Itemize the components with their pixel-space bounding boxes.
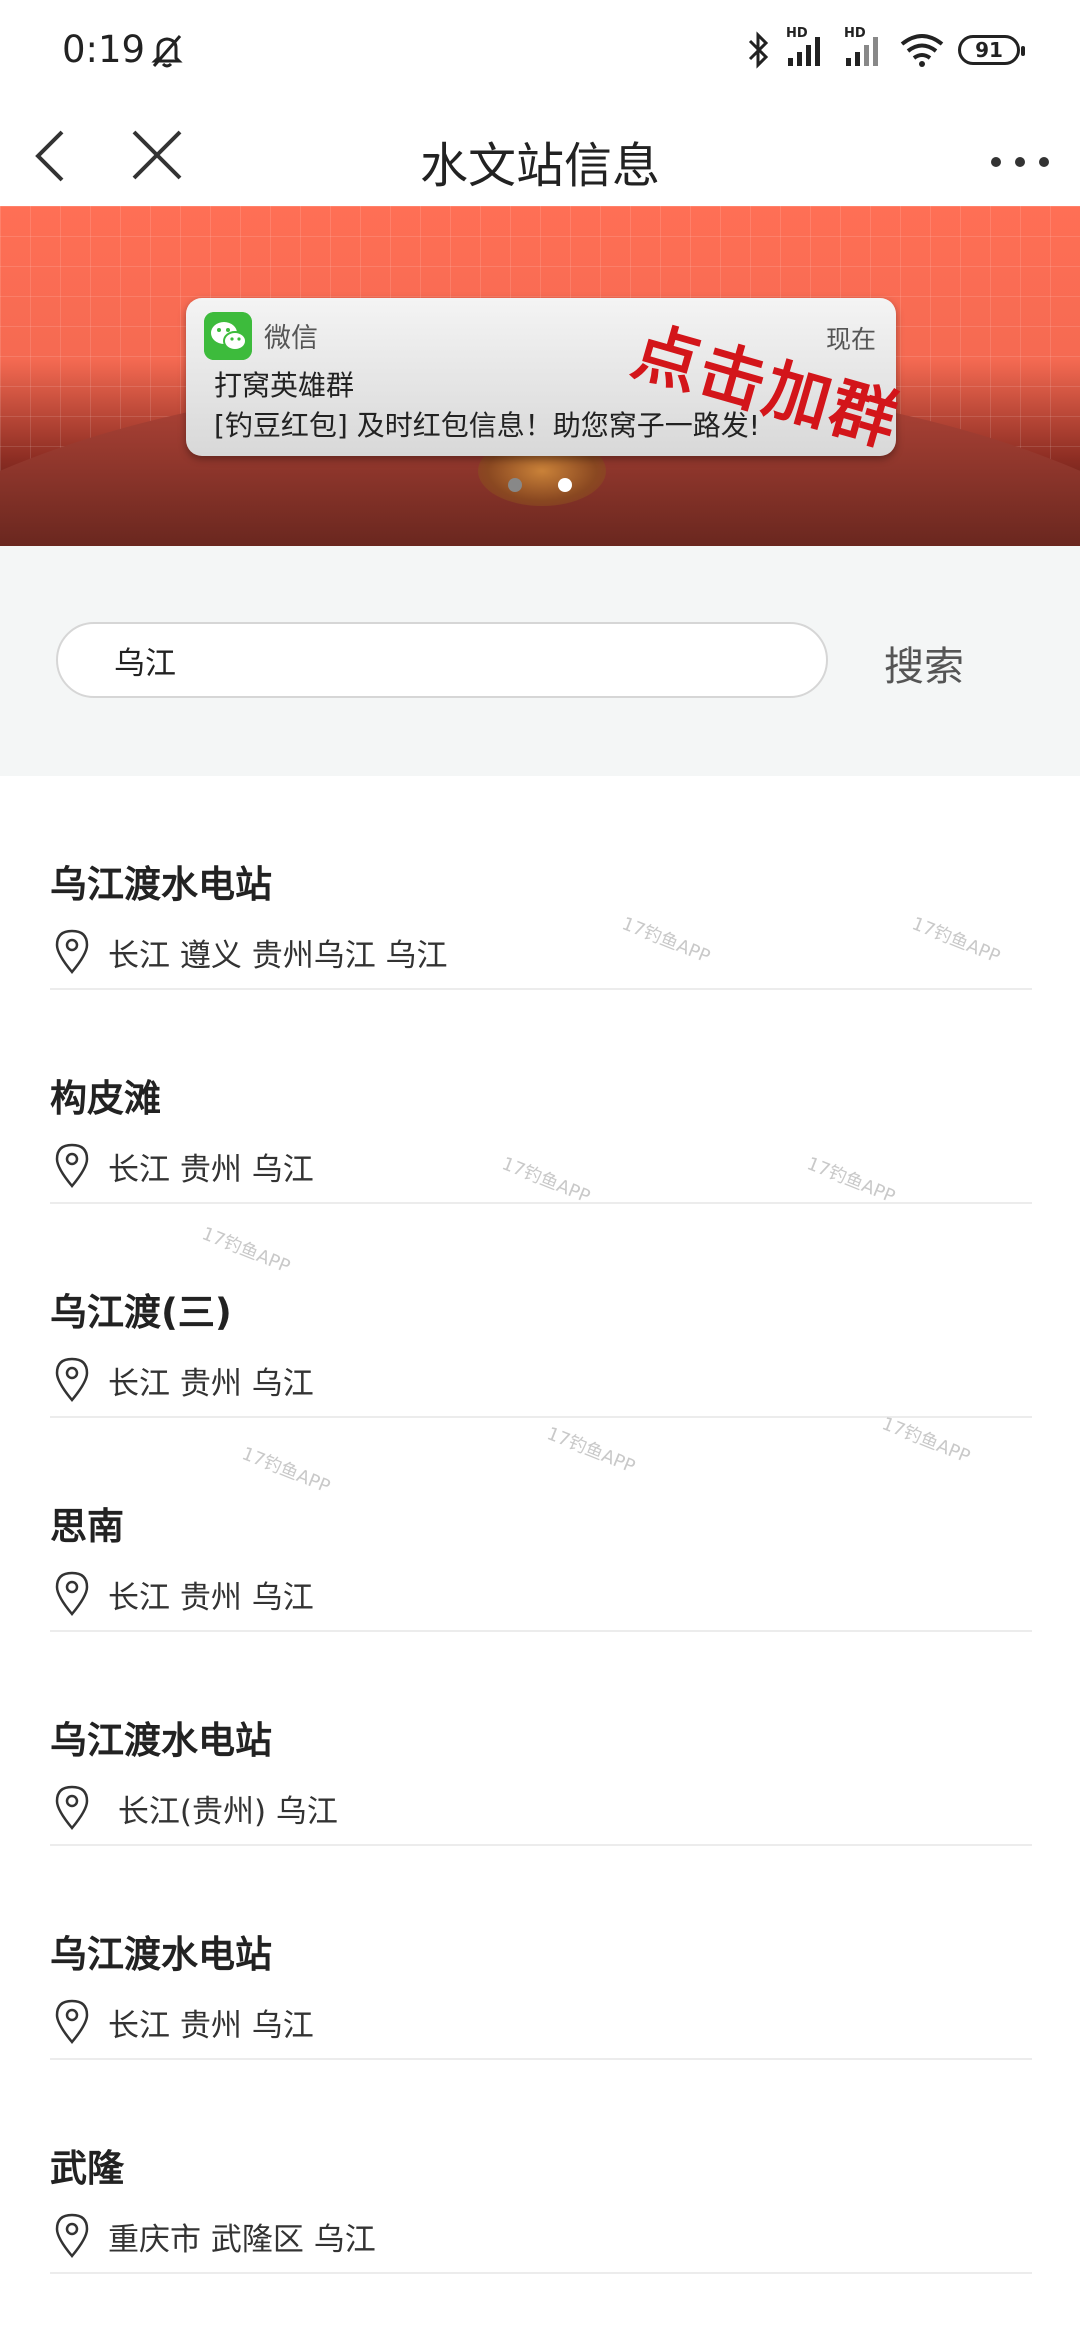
hd-label: HD <box>844 26 866 41</box>
carousel-dots <box>0 478 1080 492</box>
station-item[interactable]: 武隆 重庆市 武隆区 乌江 <box>50 2060 1032 2274</box>
station-item[interactable]: 乌江渡(三) 长江 贵州 乌江 <box>50 1204 1032 1418</box>
station-name: 乌江渡水电站 <box>50 1719 272 1762</box>
promo-banner[interactable]: 微信 现在 打窝英雄群 [钓豆红包] 及时红包信息！助您窝子一路发! 点击加群 <box>0 206 1080 546</box>
location-pin-icon <box>55 1999 89 2044</box>
wechat-icon <box>204 312 252 360</box>
station-name: 思南 <box>50 1505 124 1548</box>
station-location: 长江 贵州 乌江 <box>108 1580 314 1616</box>
wifi-icon <box>900 34 944 67</box>
station-item[interactable]: 乌江渡水电站 长江(贵州) 乌江 <box>50 1632 1032 1846</box>
station-location: 长江 贵州 乌江 <box>108 2008 314 2044</box>
station-location: 长江(贵州) 乌江 <box>108 1794 338 1830</box>
location-pin-icon <box>55 1143 89 1188</box>
search-input[interactable] <box>114 638 794 682</box>
search-box[interactable] <box>56 622 828 698</box>
station-location: 长江 遵义 贵州乌江 乌江 <box>108 938 448 974</box>
nav-bar: 水文站信息 <box>0 100 1080 206</box>
search-area: 搜索 <box>0 546 1080 776</box>
station-name: 构皮滩 <box>50 1077 161 1120</box>
page-title: 水文站信息 <box>419 138 660 194</box>
signal-1: HD <box>784 26 828 68</box>
location-pin-icon <box>55 1571 89 1616</box>
status-time: 0:19 <box>62 28 146 71</box>
station-item[interactable]: 乌江渡水电站 长江 遵义 贵州乌江 乌江 <box>50 776 1032 990</box>
hd-label: HD <box>786 26 808 41</box>
bluetooth-icon <box>748 31 769 69</box>
more-options-icon[interactable] <box>980 126 1060 186</box>
notification-app-name: 微信 <box>264 323 318 354</box>
station-name: 乌江渡水电站 <box>50 1933 272 1976</box>
location-pin-icon <box>55 929 89 974</box>
notification-title: 打窝英雄群 <box>214 369 355 402</box>
station-item[interactable]: 乌江渡水电站 长江 贵州 乌江 <box>50 1846 1032 2060</box>
station-location: 长江 贵州 乌江 <box>108 1366 314 1402</box>
station-name: 乌江渡(三) <box>50 1291 232 1334</box>
location-pin-icon <box>55 1357 89 1402</box>
station-location: 长江 贵州 乌江 <box>108 1152 314 1188</box>
location-pin-icon <box>55 1785 89 1830</box>
carousel-dot-active[interactable] <box>558 478 572 492</box>
location-pin-icon <box>55 2213 89 2258</box>
station-location: 重庆市 武隆区 乌江 <box>108 2222 376 2258</box>
search-button[interactable]: 搜索 <box>884 634 964 692</box>
station-name: 乌江渡水电站 <box>50 863 272 906</box>
status-bar: 0:19 HD HD 91 <box>0 0 1080 100</box>
station-name: 武隆 <box>50 2147 124 2190</box>
station-item[interactable]: 思南 长江 贵州 乌江 <box>50 1418 1032 1632</box>
notification-body: [钓豆红包] 及时红包信息！助您窝子一路发! <box>214 409 760 442</box>
mute-bell-icon <box>151 35 183 68</box>
status-icons: HD HD 91 <box>746 26 1025 74</box>
battery-indicator: 91 <box>958 35 1025 65</box>
signal-2: HD <box>842 26 886 68</box>
carousel-dot[interactable] <box>508 478 522 492</box>
